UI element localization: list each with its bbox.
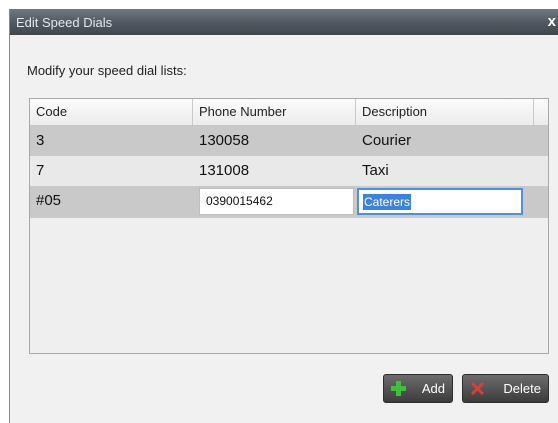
speed-dial-table: Code Phone Number Description 3 130058 C… <box>29 98 549 354</box>
x-icon <box>471 382 484 395</box>
dialog-title: Edit Speed Dials <box>16 15 113 30</box>
description-cell: Courier <box>362 132 412 149</box>
instruction-text: Modify your speed dial lists: <box>27 63 187 78</box>
delete-button-label: Delete <box>503 381 541 396</box>
column-header-code[interactable]: Code <box>30 99 193 125</box>
close-icon[interactable]: x <box>548 12 556 32</box>
add-button-label: Add <box>421 381 445 396</box>
code-cell: 3 <box>36 132 45 149</box>
table-row[interactable]: 7 131008 Taxi <box>30 156 548 186</box>
plus-icon <box>391 381 406 396</box>
delete-button[interactable]: Delete <box>462 374 549 403</box>
phone-number-input[interactable]: 0390015462 <box>199 188 354 215</box>
edit-speed-dials-dialog: Edit Speed Dials x Modify your speed dia… <box>9 9 558 423</box>
code-cell: #05 <box>36 192 62 209</box>
table-row-editing[interactable]: #05 0390015462 Caterers <box>30 186 548 218</box>
code-cell: 7 <box>36 162 45 179</box>
phone-number-cell: 130058 <box>199 132 250 149</box>
column-header-description[interactable]: Description <box>356 99 534 125</box>
table-header: Code Phone Number Description <box>30 99 548 126</box>
table-row[interactable]: 3 130058 Courier <box>30 126 548 156</box>
column-header-phone-number[interactable]: Phone Number <box>193 99 356 125</box>
add-button[interactable]: Add <box>383 374 453 403</box>
title-bar[interactable]: Edit Speed Dials x <box>10 9 558 35</box>
phone-number-cell: 131008 <box>199 162 250 179</box>
description-input[interactable]: Caterers <box>357 188 523 215</box>
description-cell: Taxi <box>362 162 389 179</box>
selected-text: Caterers <box>363 194 412 210</box>
